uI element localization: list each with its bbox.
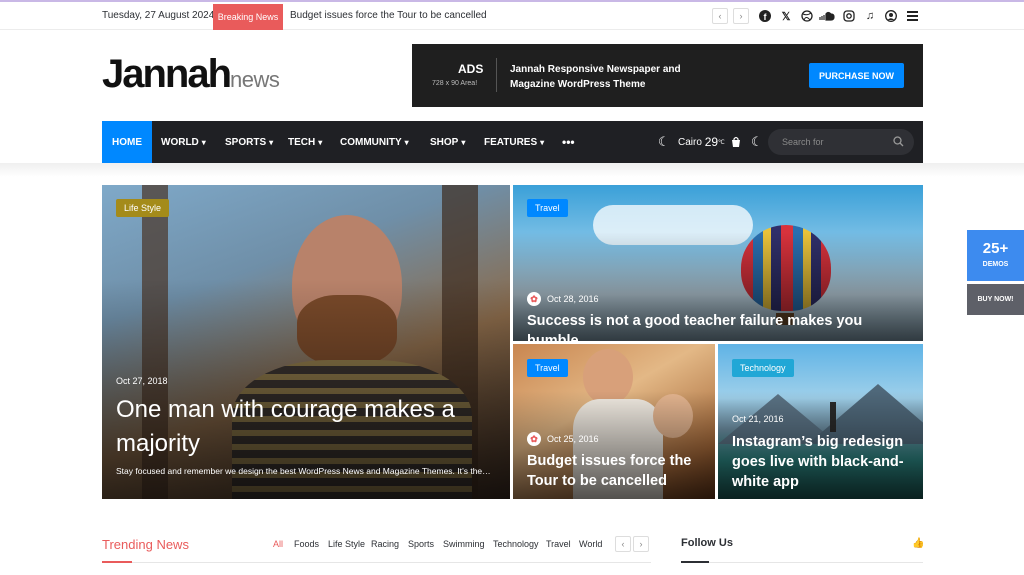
card-date: Oct 27, 2018: [116, 376, 168, 386]
nav-home[interactable]: HOME: [102, 121, 152, 163]
cart-icon[interactable]: [730, 121, 742, 163]
purchase-now-button[interactable]: PURCHASE NOW: [809, 63, 904, 88]
trending-news-title: Trending News: [102, 537, 189, 552]
demos-label: DEMOS: [982, 261, 1009, 268]
instagram-icon[interactable]: [841, 8, 857, 24]
thumbs-up-icon: 👍: [912, 538, 925, 549]
chevron-left-icon[interactable]: ‹: [615, 536, 631, 552]
card-date-text: Oct 28, 2016: [547, 294, 599, 304]
trending-divider: [102, 562, 651, 563]
main-navigation: HOME WORLD ▾ SPORTS ▾ TECH ▾ COMMUNITY ▾ SHO…: [102, 121, 923, 163]
filter-all[interactable]: All: [273, 539, 283, 549]
nav-features-label: FEATURES: [484, 136, 538, 148]
logo-main-text: Jannah: [102, 52, 232, 96]
chevron-down-icon: ▾: [318, 137, 323, 147]
ad-size: 728 x 90 Area!: [432, 80, 478, 87]
breaking-news-headline[interactable]: Budget issues force the Tour to be cance…: [290, 10, 487, 21]
chevron-down-icon: ▾: [540, 137, 545, 147]
chevron-right-icon[interactable]: ›: [733, 8, 749, 24]
search-input[interactable]: Search for: [768, 129, 914, 155]
chevron-right-icon[interactable]: ›: [633, 536, 649, 552]
filter-life-style[interactable]: Life Style: [328, 539, 365, 549]
menu-icon[interactable]: [904, 8, 920, 24]
follow-divider: [681, 562, 923, 563]
card-title[interactable]: One man with courage makes a majority: [116, 393, 496, 461]
filter-swimming[interactable]: Swimming: [443, 539, 485, 549]
featured-card-budget[interactable]: Travel ✿ Oct 25, 2016 Budget issues force…: [513, 344, 715, 499]
filter-technology[interactable]: Technology: [493, 539, 539, 549]
filter-racing[interactable]: Racing: [371, 539, 399, 549]
weather-widget: Cairo 29 ℃: [678, 121, 725, 163]
site-logo[interactable]: Jannahnews: [102, 52, 280, 97]
top-bar: Tuesday, 27 August 2024 Breaking News Bu…: [0, 0, 1024, 30]
demos-count: 25+: [982, 240, 1009, 257]
filter-foods[interactable]: Foods: [294, 539, 319, 549]
filter-world[interactable]: World: [579, 539, 602, 549]
nav-world-label: WORLD: [161, 136, 199, 148]
logo-sub-text: news: [230, 67, 280, 92]
card-title[interactable]: Success is not a good teacher failure ma…: [527, 311, 917, 341]
nav-community-label: COMMUNITY: [340, 136, 402, 148]
nav-tech[interactable]: TECH ▾: [288, 121, 322, 163]
ad-description: Jannah Responsive Newspaper and Magazine…: [510, 64, 681, 90]
featured-card-instagram[interactable]: Technology Oct 21, 2016 Instagram’s big …: [718, 344, 923, 499]
nav-world[interactable]: WORLD ▾: [161, 121, 206, 163]
card-date-text: Oct 25, 2016: [547, 434, 599, 444]
current-date: Tuesday, 27 August 2024: [102, 10, 215, 21]
flash-icon: ✿: [527, 432, 541, 446]
ad-title: ADS: [458, 62, 484, 76]
nav-community[interactable]: COMMUNITY ▾: [340, 121, 409, 163]
nav-sports[interactable]: SPORTS ▾: [225, 121, 273, 163]
nav-features[interactable]: FEATURES ▾: [484, 121, 544, 163]
nav-tech-label: TECH: [288, 136, 316, 148]
card-title[interactable]: Budget issues force the Tour to be cance…: [527, 451, 705, 491]
weather-city: Cairo: [678, 136, 702, 148]
card-date: ✿ Oct 25, 2016: [527, 432, 599, 446]
chevron-down-icon: ▾: [404, 137, 409, 147]
featured-card-main[interactable]: Life Style Oct 27, 2018 One man with cou…: [102, 185, 510, 499]
more-menu-button[interactable]: •••: [562, 121, 575, 163]
demos-button[interactable]: 25+ DEMOS: [967, 230, 1024, 281]
card-date: ✿ Oct 28, 2016: [527, 292, 599, 306]
card-excerpt: Stay focused and remember we design the …: [116, 466, 491, 476]
moon-icon: ☾: [658, 134, 670, 149]
trending-accent: [102, 561, 132, 563]
nav-shop[interactable]: SHOP ▾: [430, 121, 465, 163]
search-placeholder: Search for: [782, 137, 824, 147]
tiktok-icon[interactable]: ♫: [862, 8, 878, 24]
nav-shop-label: SHOP: [430, 136, 459, 148]
tag-life-style[interactable]: Life Style: [116, 199, 170, 217]
chevron-down-icon: ▾: [461, 137, 466, 147]
header-ad-banner[interactable]: ADS 728 x 90 Area! Jannah Responsive New…: [412, 44, 923, 107]
weather-temp: 29: [704, 135, 719, 149]
chevron-down-icon: ▾: [269, 137, 274, 147]
filter-sports[interactable]: Sports: [408, 539, 434, 549]
filter-travel[interactable]: Travel: [546, 539, 571, 549]
soundcloud-icon[interactable]: [819, 8, 835, 24]
x-icon[interactable]: 𝕏: [778, 8, 794, 24]
follow-us-title: Follow Us: [681, 537, 733, 549]
tag-travel[interactable]: Travel: [527, 199, 568, 217]
chevron-left-icon[interactable]: ‹: [712, 8, 728, 24]
follow-accent: [681, 561, 709, 563]
ad-divider: [496, 58, 497, 92]
search-icon[interactable]: [893, 136, 904, 149]
card-title[interactable]: Instagram’s big redesign goes live with …: [732, 432, 912, 492]
tag-technology[interactable]: Technology: [732, 359, 794, 377]
nav-sports-label: SPORTS: [225, 136, 267, 148]
featured-card-balloon[interactable]: Travel ✿ Oct 28, 2016 Success is not a go…: [513, 185, 923, 341]
chevron-down-icon: ▾: [201, 137, 206, 147]
dribbble-icon[interactable]: [799, 8, 815, 24]
user-icon[interactable]: [883, 8, 899, 24]
breaking-news-label: Breaking News: [213, 4, 283, 30]
card-date: Oct 21, 2016: [732, 414, 784, 424]
buy-now-button[interactable]: BUY NOW!: [967, 284, 1024, 315]
dark-mode-toggle-icon[interactable]: ☾: [751, 121, 763, 163]
nav-shadow: [0, 163, 1024, 177]
weather-unit: ℃: [718, 139, 725, 146]
tag-travel[interactable]: Travel: [527, 359, 568, 377]
flash-icon: ✿: [527, 292, 541, 306]
facebook-icon[interactable]: f: [757, 8, 773, 24]
